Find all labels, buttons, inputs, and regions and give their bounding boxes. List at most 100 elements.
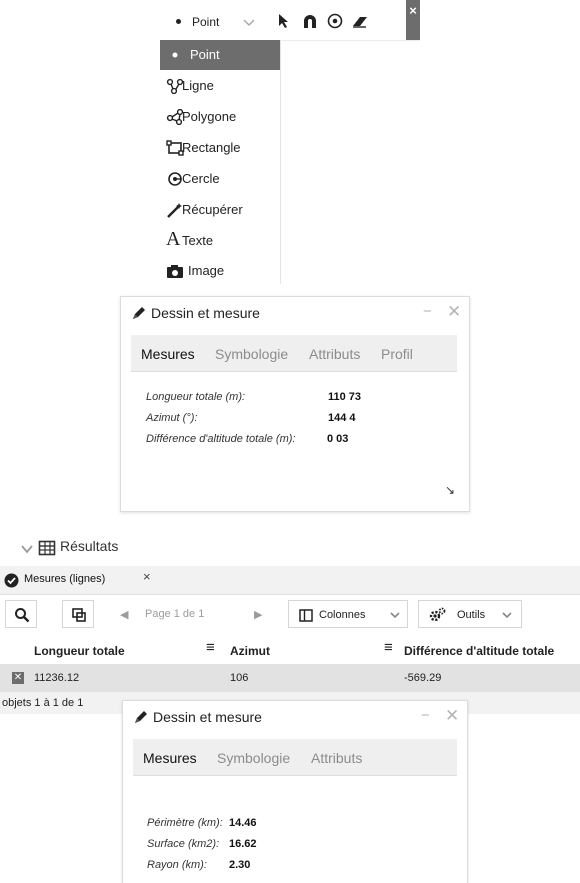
tools-label: Outils xyxy=(457,609,486,621)
measure-value: 14.46 xyxy=(229,817,257,829)
panel-tabs: Mesures Symbologie Attributs xyxy=(133,739,457,776)
column-menu-icon[interactable]: ≡ xyxy=(384,639,393,656)
column-header-longueur[interactable]: Longueur totale xyxy=(34,644,125,658)
geometry-item-image[interactable]: Image xyxy=(160,256,280,286)
results-header[interactable]: Résultats xyxy=(0,534,580,564)
geometry-item-ligne[interactable]: Ligne xyxy=(160,71,280,101)
geometry-item-label: Texte xyxy=(182,233,214,248)
geometry-type-select[interactable]: Point xyxy=(170,12,256,32)
target-icon[interactable] xyxy=(326,12,344,30)
chevron-down-icon xyxy=(502,612,512,619)
results-toolbar: ◀ Page 1 de 1 ▶ Colonnes Outils xyxy=(0,600,580,630)
columns-button[interactable]: Colonnes xyxy=(288,600,408,628)
tab-mesures[interactable]: Mesures xyxy=(143,750,197,766)
measure-row: Longueur totale (m): 110 73 xyxy=(146,391,446,403)
select-copy-button[interactable] xyxy=(62,600,94,628)
results-count: objets 1 à 1 de 1 xyxy=(2,697,84,709)
panel-header[interactable]: Dessin et mesure − ✕ xyxy=(121,297,469,327)
panel-header[interactable]: Dessin et mesure − ✕ xyxy=(123,701,467,731)
geometry-item-polygone[interactable]: Polygone xyxy=(160,102,280,132)
check-circle-icon xyxy=(4,573,19,588)
measure-row: Rayon (km): 2.30 xyxy=(147,859,447,871)
cell-difference: -569.29 xyxy=(404,672,442,684)
columns-label: Colonnes xyxy=(319,609,366,621)
pager-text: Page 1 de 1 xyxy=(145,608,205,620)
measure-value: 16.62 xyxy=(229,838,257,850)
results-grid-header: Longueur totale ≡ Azimut ≡ Différence d'… xyxy=(0,636,580,662)
tab-mesures[interactable]: Mesures xyxy=(141,346,195,362)
minimize-button[interactable]: − xyxy=(421,707,430,724)
results-tab-close[interactable]: × xyxy=(143,569,151,584)
drawing-toolbar: Point × xyxy=(160,0,420,41)
geometry-item-label: Cercle xyxy=(182,171,220,186)
results-tabbar: Mesures (lignes) × xyxy=(0,566,580,595)
cursor-arrow-icon[interactable] xyxy=(276,12,294,30)
column-header-difference[interactable]: Différence d'altitude totale xyxy=(404,644,554,658)
tab-attributs[interactable]: Attributs xyxy=(311,750,362,766)
measure-value: 144 4 xyxy=(328,412,356,424)
column-menu-icon[interactable]: ≡ xyxy=(206,639,215,656)
measure-label: Différence d'altitude totale (m): xyxy=(146,433,296,445)
geometry-select-value: Point xyxy=(192,15,220,29)
chevron-down-icon xyxy=(243,19,255,27)
measure-panel-bottom: Dessin et mesure − ✕ Mesures Symbologie … xyxy=(122,700,468,883)
geometry-item-label: Point xyxy=(190,47,220,62)
toolbar-close-button[interactable]: × xyxy=(406,0,420,40)
results-tab-mesures-lignes[interactable]: Mesures (lignes) × xyxy=(0,566,165,594)
chevron-down-icon xyxy=(390,612,400,619)
close-button[interactable]: ✕ xyxy=(447,302,461,322)
measure-label: Azimut (°): xyxy=(146,412,198,424)
close-button[interactable]: ✕ xyxy=(445,706,459,726)
point-icon xyxy=(166,47,184,63)
tab-symbologie[interactable]: Symbologie xyxy=(217,750,290,766)
chevron-down-icon[interactable] xyxy=(20,542,34,556)
pager-prev-icon[interactable]: ◀ xyxy=(120,608,128,621)
geometry-item-label: Récupérer xyxy=(182,202,243,217)
columns-icon xyxy=(299,609,313,622)
tab-profil[interactable]: Profil xyxy=(381,346,413,362)
measure-value: 0 03 xyxy=(327,433,349,445)
tab-attributs[interactable]: Attributs xyxy=(309,346,360,362)
pencil-icon xyxy=(135,711,147,723)
table-grid-icon xyxy=(38,540,56,556)
geometry-item-recuperer[interactable]: Récupérer xyxy=(160,195,280,225)
measure-label: Rayon (km): xyxy=(147,859,207,871)
minimize-button[interactable]: − xyxy=(423,303,432,320)
eraser-icon[interactable] xyxy=(351,12,369,30)
copy-icon xyxy=(72,608,86,622)
measure-value: 2.30 xyxy=(229,859,251,871)
table-row[interactable]: ✕ 11236.12 106 -569.29 xyxy=(0,664,580,692)
pencil-icon xyxy=(133,307,145,319)
search-icon xyxy=(15,608,30,623)
results-tab-label: Mesures (lignes) xyxy=(24,573,106,585)
resize-icon[interactable]: ↘ xyxy=(445,483,455,497)
measure-value: 110 73 xyxy=(328,391,362,403)
gear-icon xyxy=(429,607,446,622)
measure-label: Longueur totale (m): xyxy=(146,391,246,403)
cell-azimut: 106 xyxy=(230,672,249,684)
geometry-menu: Point Ligne Polygone Rectangle Cercle Ré… xyxy=(160,40,281,284)
cell-longueur: 11236.12 xyxy=(34,672,80,684)
measure-label: Surface (km2): xyxy=(147,838,220,850)
geometry-item-label: Rectangle xyxy=(182,140,241,155)
magnet-icon[interactable] xyxy=(301,12,319,30)
geometry-item-point[interactable]: Point xyxy=(160,40,280,70)
panel-tabs: Mesures Symbologie Attributs Profil xyxy=(131,335,457,372)
results-title: Résultats xyxy=(60,538,119,554)
measure-panel: Dessin et mesure − ✕ Mesures Symbologie … xyxy=(120,296,470,512)
measure-row: Périmètre (km): 14.46 xyxy=(147,817,447,829)
geometry-item-rectangle[interactable]: Rectangle xyxy=(160,133,280,163)
geometry-item-label: Image xyxy=(188,263,225,278)
tab-symbologie[interactable]: Symbologie xyxy=(215,346,288,362)
zoom-button[interactable] xyxy=(5,600,37,628)
measure-label: Périmètre (km): xyxy=(147,817,223,829)
geometry-item-cercle[interactable]: Cercle xyxy=(160,164,280,194)
geometry-item-label: Polygone xyxy=(182,109,237,124)
panel-title: Dessin et mesure xyxy=(153,709,262,725)
geometry-item-texte[interactable]: A Texte xyxy=(160,226,280,256)
measure-row: Azimut (°): 144 4 xyxy=(146,412,446,424)
column-header-azimut[interactable]: Azimut xyxy=(230,644,270,658)
tools-button[interactable]: Outils xyxy=(418,600,522,628)
pager-next-icon[interactable]: ▶ xyxy=(254,608,262,621)
row-remove-icon[interactable]: ✕ xyxy=(12,672,24,684)
